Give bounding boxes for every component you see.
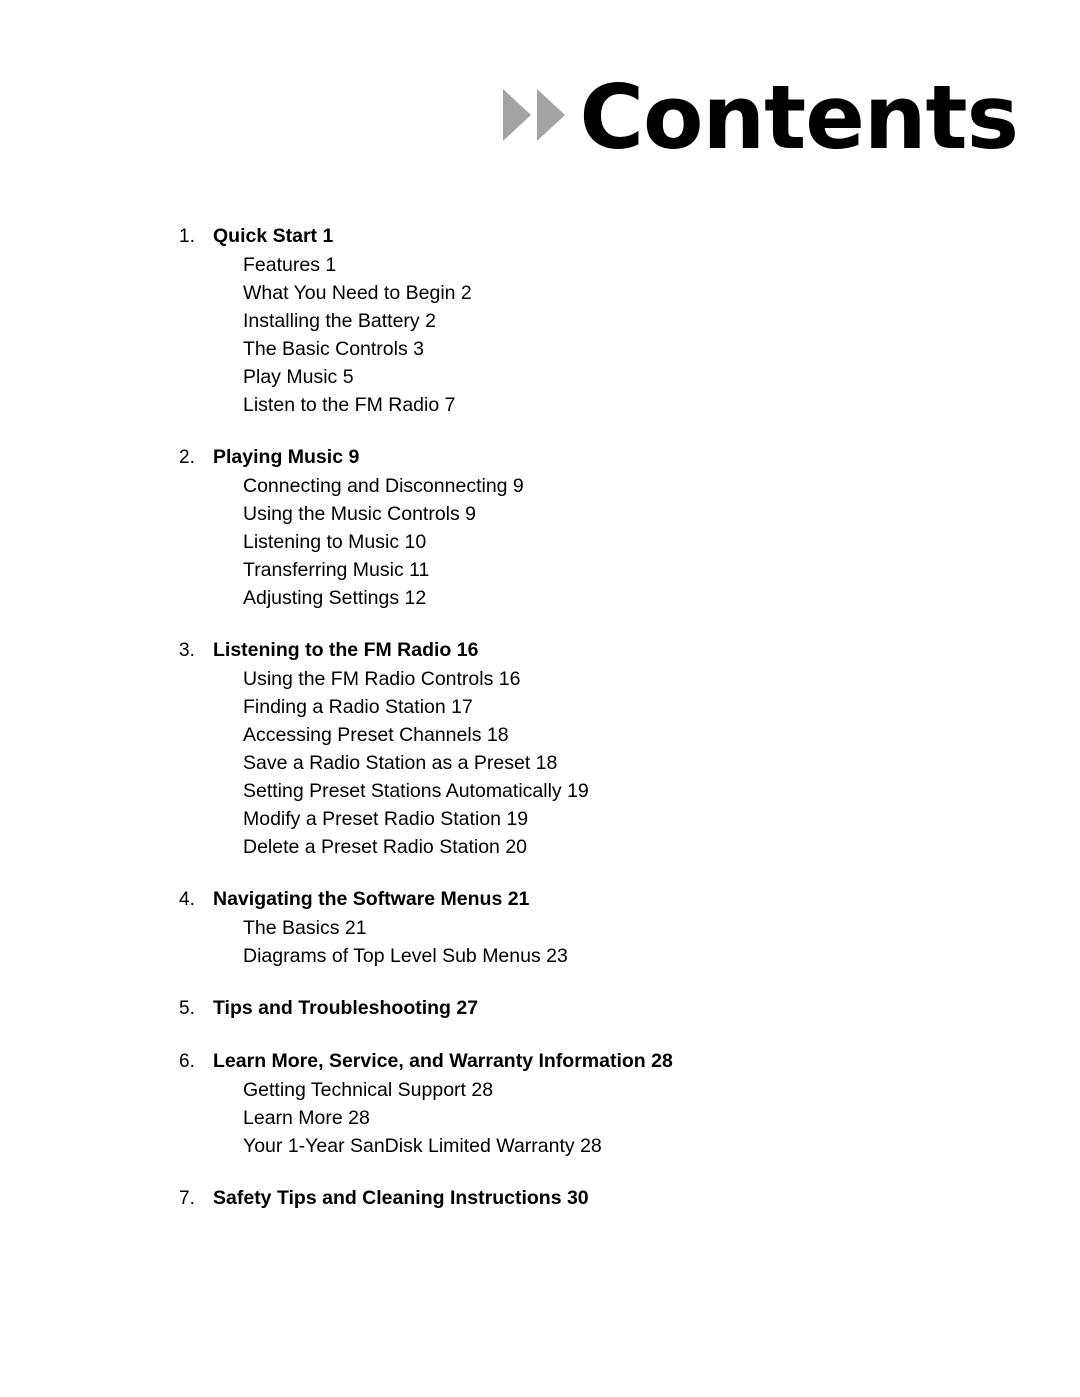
double-play-arrow-icon [503, 89, 566, 142]
toc-entry[interactable]: The Basic Controls 3 [243, 335, 1080, 363]
toc-entry-list: Using the FM Radio Controls 16 Finding a … [0, 665, 1080, 861]
toc-entry[interactable]: Your 1-Year SanDisk Limited Warranty 28 [243, 1132, 1080, 1160]
toc-entry[interactable]: Installing the Battery 2 [243, 307, 1080, 335]
toc-section: 7. Safety Tips and Cleaning Instructions … [0, 1184, 1080, 1213]
toc-section-title: Safety Tips and Cleaning Instructions 30 [213, 1187, 589, 1209]
toc-entry[interactable]: What You Need to Begin 2 [243, 279, 1080, 307]
toc-entry[interactable]: Learn More 28 [243, 1104, 1080, 1132]
toc-entry[interactable]: Play Music 5 [243, 363, 1080, 391]
toc-section: 1. Quick Start 1 Features 1 What You Need t… [0, 222, 1080, 419]
toc-section: 3. Listening to the FM Radio 16 Using the … [0, 636, 1080, 861]
toc-section-number: 4. [179, 889, 195, 910]
toc-section: 6. Learn More, Service, and Warranty Info… [0, 1047, 1080, 1160]
toc-section-number: 2. [179, 447, 195, 468]
toc-section-heading[interactable]: 6. Learn More, Service, and Warranty Info… [0, 1047, 1080, 1076]
toc-section-title: Learn More, Service, and Warranty Inform… [213, 1050, 673, 1072]
page-root: { "document": { "title": "Contents", "ti… [0, 0, 1080, 1397]
toc-entry[interactable]: Features 1 [243, 251, 1080, 279]
page-title-block: Contents [503, 66, 1019, 169]
play-arrow-icon-2 [537, 89, 566, 142]
toc-entry[interactable]: Diagrams of Top Level Sub Menus 23 [243, 942, 1080, 970]
toc-entry[interactable]: Accessing Preset Channels 18 [243, 721, 1080, 749]
toc-entry-list: Connecting and Disconnecting 9 Using the … [0, 472, 1080, 612]
toc-section: 2. Playing Music 9 Connecting and Disconne… [0, 443, 1080, 612]
toc-section-number: 7. [179, 1188, 195, 1209]
page-title: Contents [579, 66, 1019, 169]
toc-entry[interactable]: Using the FM Radio Controls 16 [243, 665, 1080, 693]
toc-section-number: 1. [179, 226, 195, 247]
toc-section-number: 6. [179, 1051, 195, 1072]
toc-section: 4. Navigating the Software Menus 21 The Ba… [0, 885, 1080, 970]
toc-entry[interactable]: The Basics 21 [243, 914, 1080, 942]
toc-entry[interactable]: Getting Technical Support 28 [243, 1076, 1080, 1104]
table-of-contents: 1. Quick Start 1 Features 1 What You Need t… [0, 222, 1080, 1213]
play-arrow-icon-1 [503, 89, 532, 142]
toc-section-number: 5. [179, 998, 195, 1019]
toc-section-heading[interactable]: 5. Tips and Troubleshooting 27 [0, 994, 1080, 1023]
toc-section-heading[interactable]: 1. Quick Start 1 [0, 222, 1080, 251]
toc-section-title: Listening to the FM Radio 16 [213, 639, 479, 661]
toc-entry[interactable]: Transferring Music 11 [243, 556, 1080, 584]
toc-entry[interactable]: Connecting and Disconnecting 9 [243, 472, 1080, 500]
toc-section-title: Playing Music 9 [213, 446, 360, 468]
toc-entry[interactable]: Adjusting Settings 12 [243, 584, 1080, 612]
toc-entry[interactable]: Save a Radio Station as a Preset 18 [243, 749, 1080, 777]
toc-section-number: 3. [179, 640, 195, 661]
toc-entry[interactable]: Listen to the FM Radio 7 [243, 391, 1080, 419]
toc-section-title: Quick Start 1 [213, 225, 334, 247]
toc-entry[interactable]: Finding a Radio Station 17 [243, 693, 1080, 721]
toc-section-heading[interactable]: 4. Navigating the Software Menus 21 [0, 885, 1080, 914]
toc-entry-list: The Basics 21 Diagrams of Top Level Sub M… [0, 914, 1080, 970]
toc-entry-list: Features 1 What You Need to Begin 2 Instal… [0, 251, 1080, 419]
toc-section-title: Navigating the Software Menus 21 [213, 888, 530, 910]
toc-entry[interactable]: Setting Preset Stations Automatically 19 [243, 777, 1080, 805]
toc-entry[interactable]: Using the Music Controls 9 [243, 500, 1080, 528]
toc-section-title: Tips and Troubleshooting 27 [213, 997, 479, 1019]
toc-entry-list: Getting Technical Support 28 Learn More 2… [0, 1076, 1080, 1160]
toc-entry[interactable]: Modify a Preset Radio Station 19 [243, 805, 1080, 833]
toc-section-heading[interactable]: 3. Listening to the FM Radio 16 [0, 636, 1080, 665]
toc-section-heading[interactable]: 7. Safety Tips and Cleaning Instructions … [0, 1184, 1080, 1213]
toc-entry[interactable]: Delete a Preset Radio Station 20 [243, 833, 1080, 861]
toc-section: 5. Tips and Troubleshooting 27 [0, 994, 1080, 1023]
toc-entry[interactable]: Listening to Music 10 [243, 528, 1080, 556]
toc-section-heading[interactable]: 2. Playing Music 9 [0, 443, 1080, 472]
